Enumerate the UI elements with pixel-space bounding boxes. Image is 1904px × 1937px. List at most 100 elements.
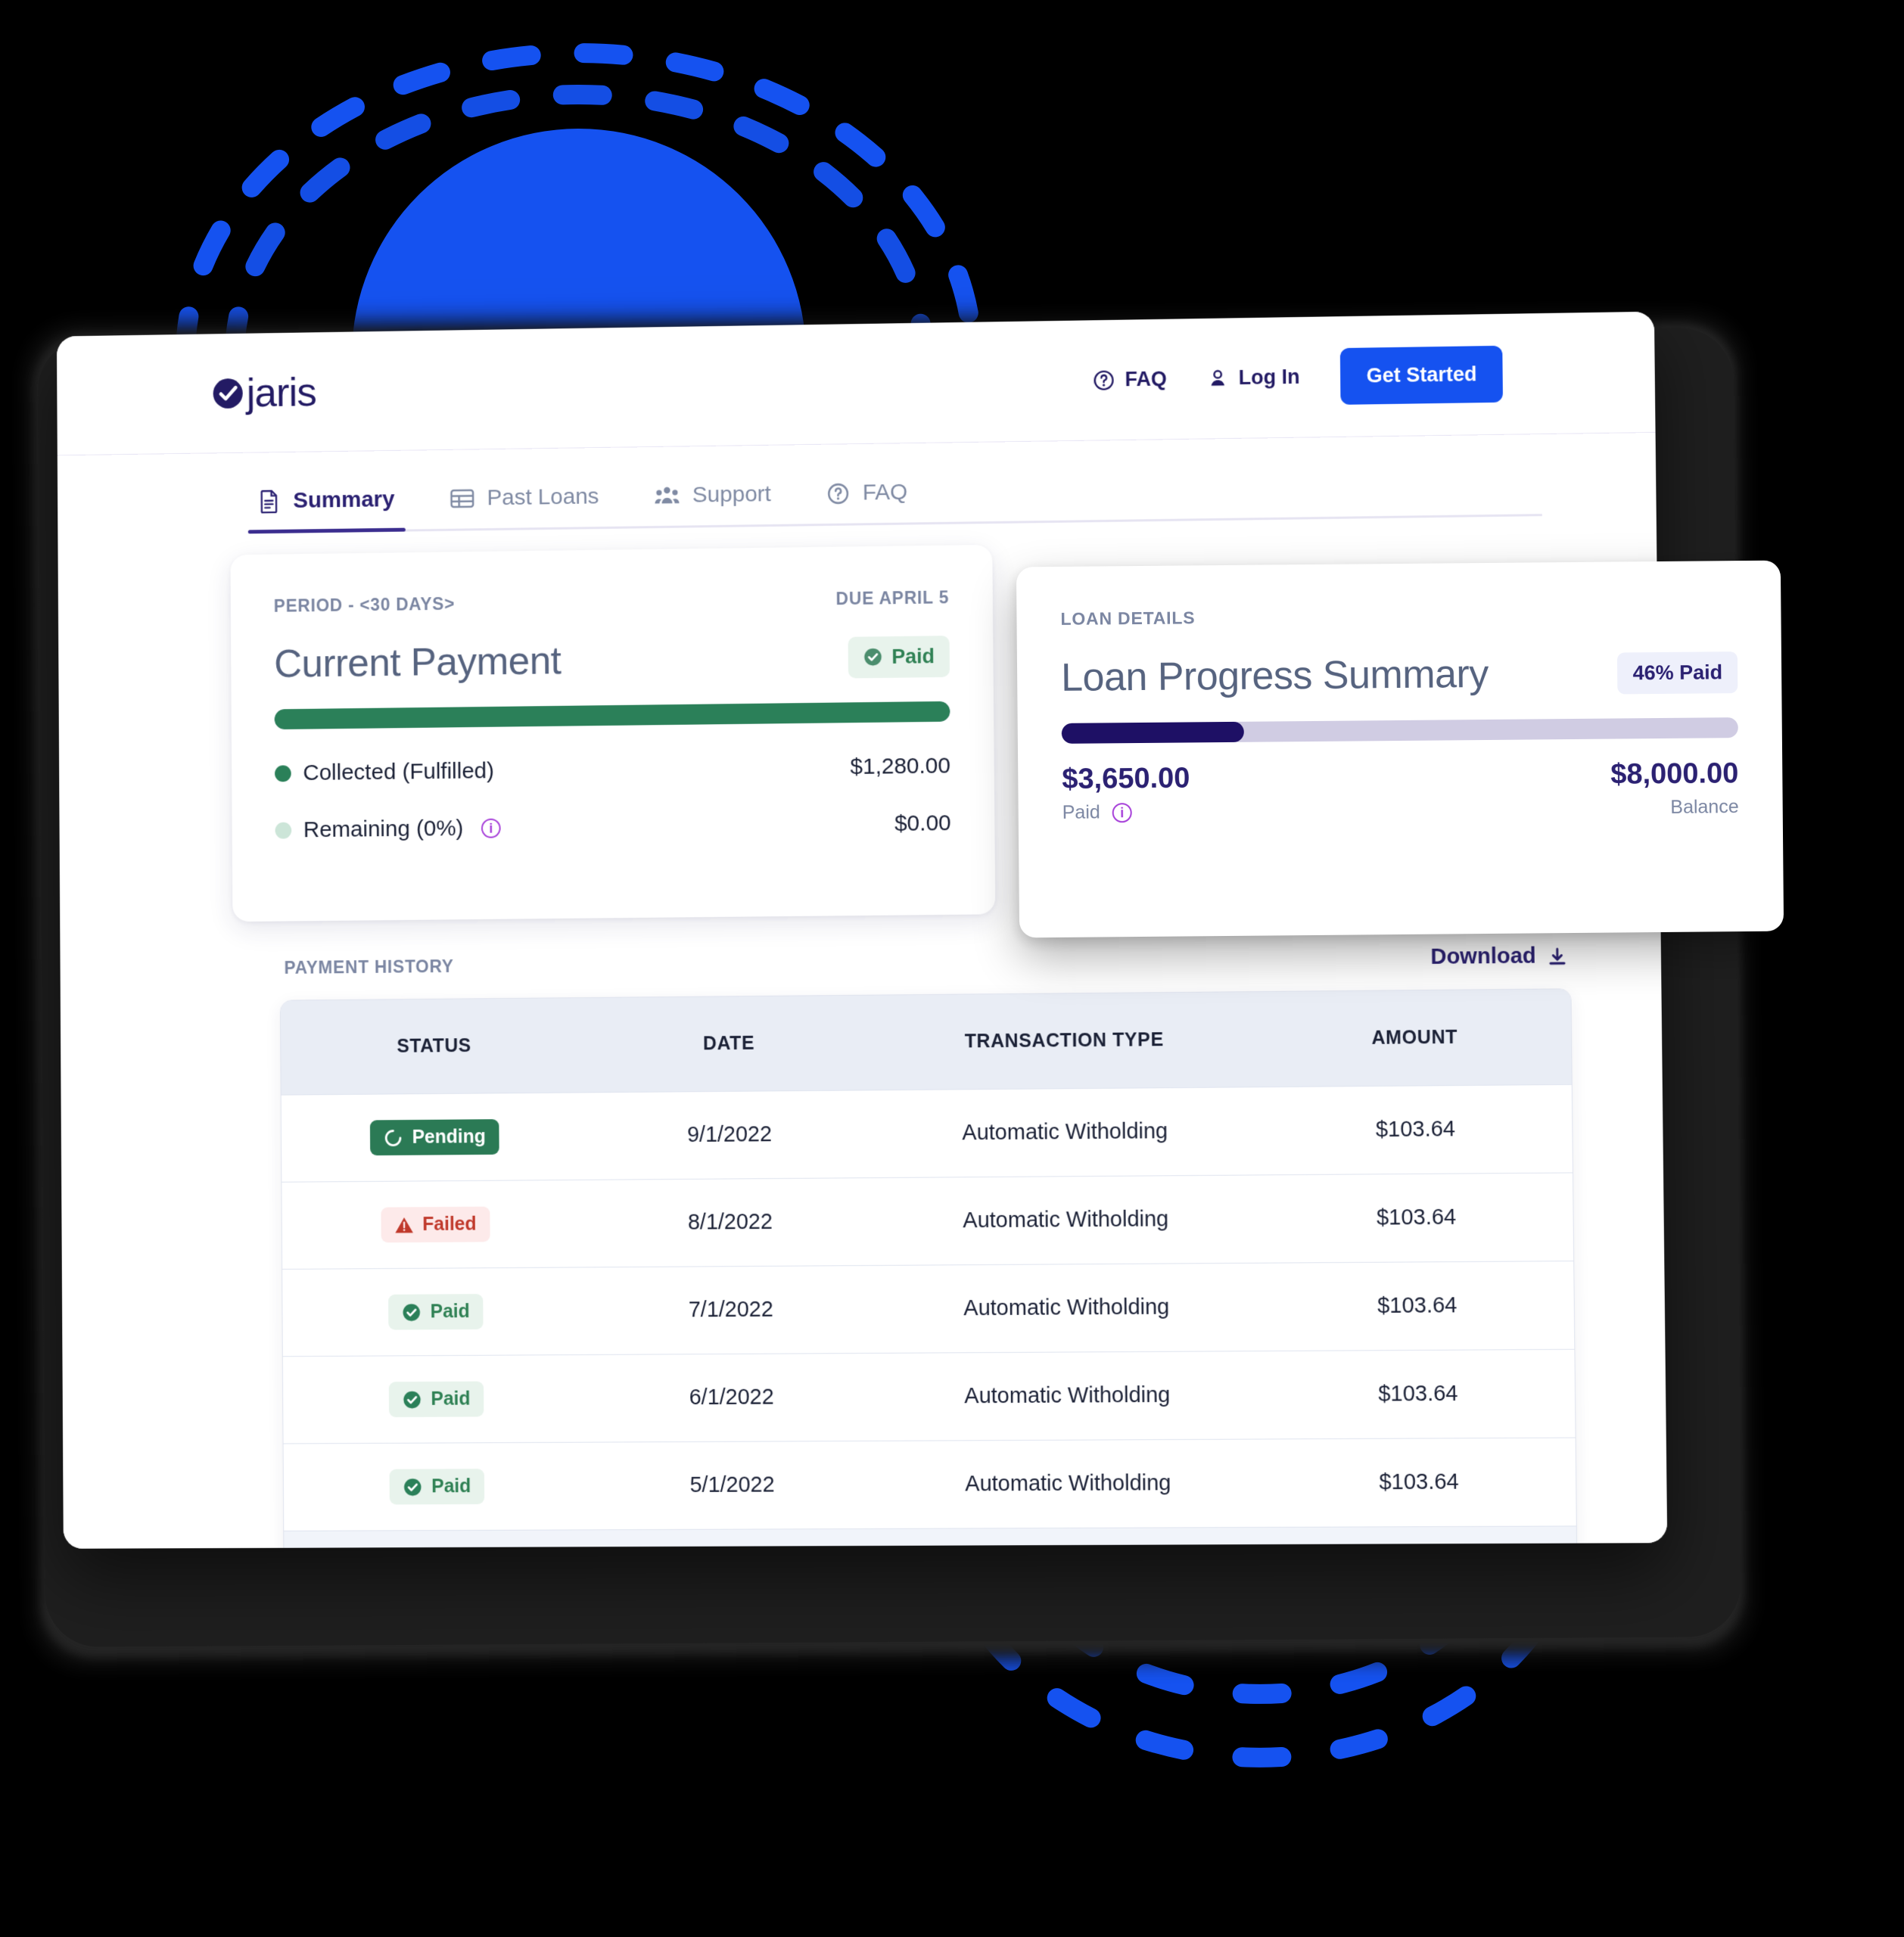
table-row[interactable]: Paid 7/1/2022 Automatic Witholding $103.64 bbox=[282, 1261, 1575, 1357]
cell-transaction-type: Automatic Witholding bbox=[871, 1174, 1261, 1266]
tab-summary-label: Summary bbox=[293, 487, 395, 513]
current-payment-period: PERIOD - <30 DAYS> bbox=[273, 593, 456, 616]
current-payment-progress-fill bbox=[274, 701, 950, 730]
cell-transaction-type: Automatic Witholding bbox=[872, 1263, 1262, 1354]
current-payment-progress-track bbox=[274, 701, 950, 730]
cell-date: 8/1/2022 bbox=[588, 1177, 873, 1267]
table-icon bbox=[450, 487, 474, 510]
spinner-icon bbox=[384, 1128, 403, 1148]
brand-name: jaris bbox=[246, 369, 317, 415]
cell-status: Paid bbox=[282, 1354, 591, 1444]
table-body: Pending 9/1/2022 Automatic Witholding $103.… bbox=[281, 1084, 1576, 1531]
status-badge: Paid bbox=[389, 1469, 485, 1505]
cell-status: Failed bbox=[282, 1180, 590, 1270]
top-navigation-bar: jaris FAQ Log In Get Started bbox=[56, 311, 1656, 456]
check-icon bbox=[403, 1391, 422, 1408]
legend-row-remaining: Remaining (0%) i $0.00 bbox=[275, 810, 951, 843]
cell-amount: $103.64 bbox=[1258, 1084, 1573, 1175]
legend-label-collected: Collected (Fulfilled) bbox=[303, 758, 495, 785]
loan-percent-badge: 46% Paid bbox=[1617, 651, 1738, 694]
cell-date: 7/1/2022 bbox=[589, 1265, 873, 1355]
cell-status: Paid bbox=[283, 1442, 592, 1531]
cell-status: Paid bbox=[282, 1267, 590, 1357]
loan-progress-track bbox=[1061, 717, 1738, 744]
jaris-check-logo-icon bbox=[213, 378, 243, 409]
column-header-type: TRANSACTION TYPE bbox=[870, 992, 1259, 1090]
table-row[interactable]: Paid 5/1/2022 Automatic Witholding $103.64 bbox=[283, 1438, 1576, 1531]
status-badge: Failed bbox=[380, 1206, 490, 1243]
tab-faq-label: FAQ bbox=[862, 479, 908, 505]
user-icon bbox=[1208, 367, 1229, 386]
nav-faq[interactable]: FAQ bbox=[1093, 368, 1167, 392]
tab-summary[interactable]: Summary bbox=[254, 487, 399, 533]
status-badge-label: Paid bbox=[431, 1388, 471, 1410]
payment-history-table-wrap: STATUS DATE TRANSACTION TYPE AMOUNT Pend… bbox=[279, 988, 1579, 1549]
loan-paid-info-icon[interactable]: i bbox=[1112, 802, 1132, 822]
table-header-row: STATUS DATE TRANSACTION TYPE AMOUNT bbox=[280, 989, 1572, 1096]
cell-date: 9/1/2022 bbox=[587, 1090, 872, 1180]
legend-value-remaining: $0.00 bbox=[894, 810, 951, 836]
cell-transaction-type: Automatic Witholding bbox=[870, 1087, 1260, 1178]
people-icon bbox=[655, 487, 680, 504]
status-badge: Paid bbox=[389, 1381, 484, 1418]
current-payment-title: Current Payment bbox=[274, 639, 562, 686]
legend-row-collected: Collected (Fulfilled) $1,280.00 bbox=[275, 754, 950, 787]
status-badge-label: Paid bbox=[430, 1301, 470, 1323]
cell-amount: $103.64 bbox=[1261, 1349, 1576, 1440]
loan-details-card: LOAN DETAILS Loan Progress Summary 46% P… bbox=[1016, 560, 1784, 938]
legend-value-collected: $1,280.00 bbox=[850, 753, 951, 779]
tab-support-label: Support bbox=[692, 481, 771, 508]
warning-icon bbox=[394, 1217, 413, 1233]
download-link[interactable]: Download bbox=[1430, 944, 1568, 970]
cell-date: 5/1/2022 bbox=[590, 1441, 875, 1530]
jaris-logo[interactable]: jaris bbox=[212, 369, 317, 415]
cell-amount: $103.64 bbox=[1260, 1261, 1575, 1351]
legend-dot-remaining bbox=[275, 822, 292, 839]
cell-amount: $103.64 bbox=[1262, 1438, 1576, 1528]
current-payment-status-badge: Paid bbox=[848, 635, 950, 679]
table-row[interactable]: Paid 6/1/2022 Automatic Witholding $103.64 bbox=[282, 1349, 1576, 1444]
check-circle-icon bbox=[864, 648, 882, 666]
loan-paid-label: Paid bbox=[1062, 801, 1100, 823]
loan-balance-amount: $8,000.00 bbox=[1610, 757, 1739, 791]
nav-login-label: Log In bbox=[1238, 365, 1300, 389]
column-header-amount: AMOUNT bbox=[1258, 989, 1572, 1087]
legend-dot-collected bbox=[275, 765, 291, 782]
column-header-status: STATUS bbox=[280, 998, 588, 1096]
help-icon bbox=[1093, 368, 1115, 391]
nav-login[interactable]: Log In bbox=[1208, 365, 1300, 390]
check-icon bbox=[404, 1478, 422, 1496]
loan-details-eyebrow: LOAN DETAILS bbox=[1060, 608, 1196, 629]
current-payment-card: PERIOD - <30 DAYS> DUE APRIL 5 Current P… bbox=[230, 544, 996, 922]
status-badge: Pending bbox=[370, 1119, 499, 1156]
download-label: Download bbox=[1430, 944, 1536, 969]
table-header: STATUS DATE TRANSACTION TYPE AMOUNT bbox=[280, 989, 1572, 1096]
tab-faq[interactable]: FAQ bbox=[822, 480, 913, 526]
current-payment-status-text: Paid bbox=[891, 644, 935, 668]
composition-stage: jaris FAQ Log In Get Started Summary Pas… bbox=[0, 0, 1904, 1937]
legend-label-remaining: Remaining (0%) bbox=[303, 816, 464, 843]
status-badge-label: Paid bbox=[431, 1475, 471, 1497]
status-badge-label: Failed bbox=[422, 1213, 477, 1236]
loan-balance-label: Balance bbox=[1670, 796, 1739, 818]
tab-past-loans-label: Past Loans bbox=[487, 483, 599, 511]
current-payment-due: DUE APRIL 5 bbox=[835, 587, 950, 609]
status-badge: Paid bbox=[388, 1294, 484, 1330]
payment-history-label: PAYMENT HISTORY bbox=[284, 956, 454, 978]
download-icon bbox=[1547, 946, 1568, 967]
help-icon bbox=[826, 481, 850, 505]
cell-status: Pending bbox=[281, 1092, 589, 1183]
table-row[interactable]: Pending 9/1/2022 Automatic Witholding $103.… bbox=[281, 1084, 1573, 1183]
column-header-date: DATE bbox=[587, 995, 871, 1093]
loan-progress-fill bbox=[1061, 721, 1245, 744]
tab-past-loans[interactable]: Past Loans bbox=[445, 483, 603, 530]
cell-transaction-type: Automatic Witholding bbox=[873, 1439, 1264, 1529]
remaining-info-icon[interactable]: i bbox=[481, 818, 501, 838]
table-row[interactable]: Failed 8/1/2022 Automatic Witholding $103.6… bbox=[282, 1172, 1574, 1270]
nav-faq-label: FAQ bbox=[1125, 367, 1167, 391]
get-started-button[interactable]: Get Started bbox=[1340, 345, 1504, 405]
loan-progress-title: Loan Progress Summary bbox=[1060, 651, 1489, 700]
payment-history-section: PAYMENT HISTORY Download STATUS DATE TRA… bbox=[279, 909, 1579, 1549]
cell-amount: $103.64 bbox=[1259, 1172, 1574, 1264]
tab-support[interactable]: Support bbox=[649, 481, 776, 528]
